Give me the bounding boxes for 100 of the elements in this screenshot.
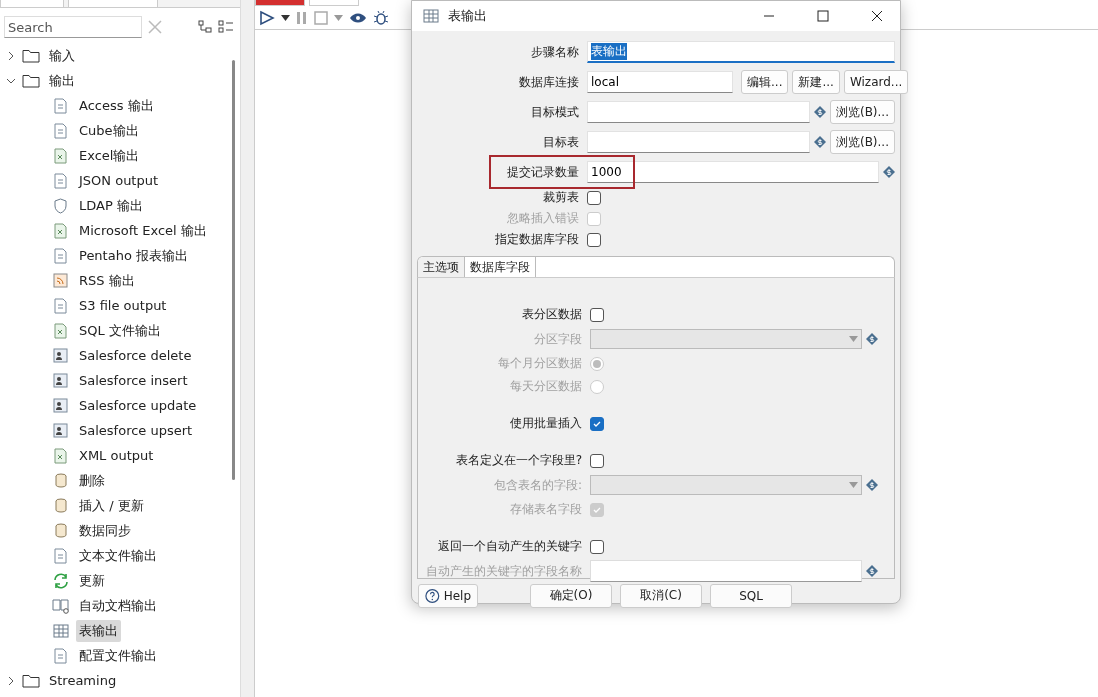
step-label[interactable]: Salesforce update [76,396,200,415]
variable-icon [813,136,826,148]
step-label[interactable]: SQL 文件输出 [76,319,164,342]
dialog-button[interactable]: 确定(O) [530,583,612,608]
step-label[interactable]: 配置文件输出 [76,644,160,667]
help-button[interactable]: Help [418,583,478,608]
dialog-button[interactable]: SQL [710,583,792,608]
step-label[interactable]: 数据同步 [76,519,134,542]
close-icon [871,10,883,22]
step-label[interactable]: Salesforce insert [76,371,191,390]
stop-icon[interactable] [314,10,328,25]
field-label: 目标表 [542,133,580,151]
variable-icon [866,333,878,345]
folder-label[interactable]: 输入 [46,44,78,67]
shield-icon [52,196,70,215]
run-icon[interactable] [259,9,275,26]
window-title: 表输出 [448,7,488,25]
text-field[interactable] [590,560,862,582]
step-label[interactable]: LDAP 输出 [76,194,146,217]
dialog-button[interactable]: 取消(C) [620,583,702,608]
step-label[interactable]: Salesforce upsert [76,421,196,440]
dialog-button[interactable]: Wizard... [843,70,909,94]
text-field[interactable] [587,101,810,123]
step-label[interactable]: Cube输出 [76,119,142,142]
option-label: 忽略插入错误 [506,210,580,227]
dialog-button[interactable]: 浏览(B)... [829,100,895,124]
step-label[interactable]: Access 输出 [76,94,157,117]
step-label[interactable]: Excel输出 [76,144,143,167]
document-icon [52,546,70,565]
variable-icon [813,106,826,118]
checkbox[interactable] [590,307,604,322]
database-icon [52,496,70,515]
option-label: 分区字段 [533,330,583,348]
panel-tab[interactable] [0,0,64,8]
dialog-button[interactable]: 编辑... [741,70,789,94]
canvas-tab[interactable] [309,0,359,6]
table-icon [52,621,70,640]
text-field[interactable] [587,131,810,153]
variable-icon [866,479,878,491]
clear-icon[interactable] [148,20,162,34]
table-icon [422,7,440,25]
contact-card-icon [52,421,70,440]
step-label[interactable]: 自动文档输出 [76,594,160,617]
step-label[interactable]: 表输出 [76,619,121,642]
option-label: 返回一个自动产生的关键字 [437,538,583,555]
document-icon [52,296,70,315]
checkbox[interactable] [587,232,601,247]
document-icon [52,121,70,140]
option-label: 每个月分区数据 [497,355,583,372]
dropdown-field[interactable] [590,329,862,349]
step-label[interactable]: 插入 / 更新 [76,494,147,517]
bug-icon[interactable] [373,9,389,26]
pause-icon[interactable] [296,10,308,25]
step-label[interactable]: Microsoft Excel 输出 [76,219,210,242]
step-label[interactable]: 文本文件输出 [76,544,160,567]
spreadsheet-icon [52,321,70,340]
step-label[interactable]: 更新 [76,569,108,592]
step-label[interactable]: Salesforce delete [76,346,195,365]
step-label[interactable]: JSON output [76,171,162,190]
step-name-field[interactable]: 表输出 [587,41,895,63]
tab[interactable]: 主选项 [418,257,465,277]
option-label: 每天分区数据 [509,378,583,395]
option-label: 表分区数据 [521,306,583,323]
option-label: 使用批量插入 [509,415,583,432]
dropdown-field[interactable] [590,475,862,495]
checkbox[interactable] [590,539,604,554]
panel-tab[interactable] [68,0,158,8]
dropdown-arrow-icon[interactable] [281,14,290,21]
folder-icon [22,73,40,88]
folder-icon [22,673,40,688]
option-label: 指定数据库字段 [494,231,580,248]
step-label[interactable]: XML output [76,446,157,465]
folder-label[interactable]: Streaming [46,671,120,690]
checkbox[interactable] [587,190,601,205]
option-label: 裁剪表 [542,189,580,206]
dialog-button[interactable]: 浏览(B)... [829,130,895,154]
search-field[interactable]: Search [4,16,142,38]
maximize-icon [817,10,829,22]
eye-icon[interactable] [349,11,367,24]
database-icon [52,521,70,540]
help-icon [425,587,440,604]
commit-size-field[interactable]: 1000 [587,161,879,183]
chevron-right-icon[interactable] [6,675,16,686]
step-label[interactable]: Pentaho 报表输出 [76,244,191,267]
book-icon [52,596,70,615]
checkbox[interactable] [590,416,604,431]
chevron-right-icon[interactable] [6,50,16,61]
list-icon[interactable] [218,20,234,34]
connection-field[interactable]: local [587,71,733,93]
step-label[interactable]: S3 file output [76,296,170,315]
step-label[interactable]: RSS 输出 [76,269,138,292]
folder-label[interactable]: 输出 [46,69,78,92]
spreadsheet-icon [52,146,70,165]
checkbox[interactable] [590,453,604,468]
field-label: 提交记录数量 [506,163,580,181]
scrollbar[interactable] [232,60,235,480]
hierarchy-icon[interactable] [198,20,212,34]
step-label[interactable]: 删除 [76,469,108,492]
variable-icon [883,166,895,178]
dialog-button[interactable]: 新建... [792,70,840,94]
